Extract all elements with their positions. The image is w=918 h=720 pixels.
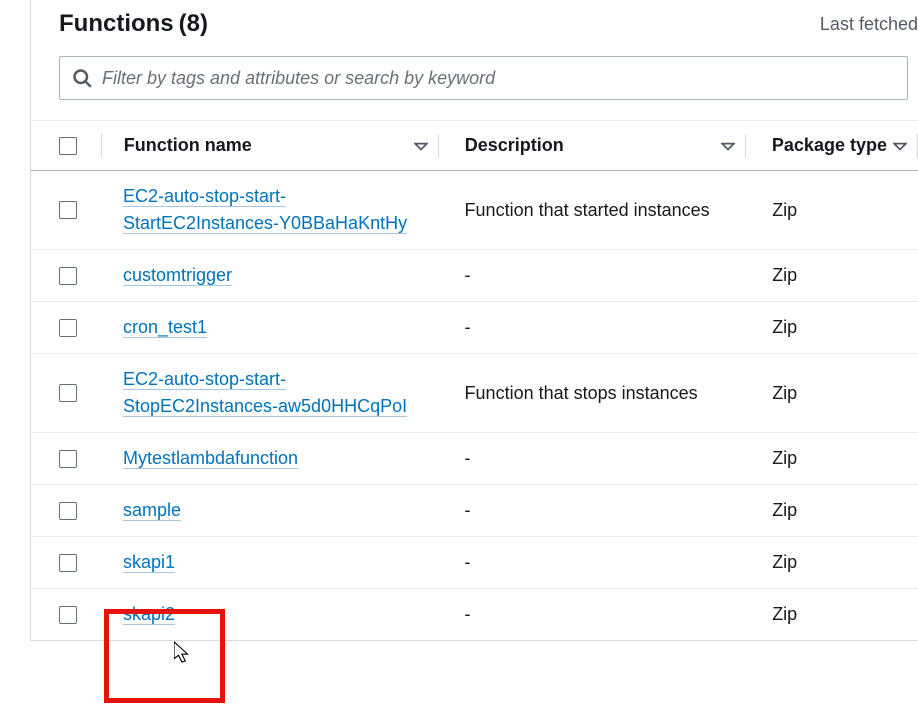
search-box[interactable]: [59, 56, 908, 100]
row-select-checkbox[interactable]: [59, 384, 77, 402]
row-description-cell: -: [439, 589, 747, 640]
row-description-text: -: [465, 601, 471, 628]
row-package-cell: Zip: [746, 371, 918, 416]
row-description-text: Function that stops instances: [465, 380, 698, 407]
function-link[interactable]: sample: [123, 497, 181, 524]
row-description-text: -: [465, 549, 471, 576]
column-header-package-label: Package type: [772, 135, 887, 156]
row-select-cell: [31, 594, 101, 636]
row-package-cell: Zip: [746, 188, 918, 233]
row-package-cell: Zip: [746, 436, 918, 481]
function-link[interactable]: Mytestlambdafunction: [123, 445, 298, 472]
table-row: cron_test1 - Zip: [31, 302, 918, 354]
row-name-cell: skapi2: [101, 589, 439, 640]
row-description-cell: -: [439, 250, 747, 301]
row-name-cell: sample: [101, 485, 439, 536]
table-row: sample - Zip: [31, 485, 918, 537]
panel-count: (8): [179, 10, 208, 37]
function-link[interactable]: EC2-auto-stop-start-StopEC2Instances-aw5…: [123, 366, 429, 420]
row-select-checkbox[interactable]: [59, 267, 77, 285]
row-package-cell: Zip: [746, 253, 918, 298]
panel-title-wrap: Functions (8): [59, 10, 208, 38]
row-description-text: -: [465, 262, 471, 289]
column-header-name-label: Function name: [124, 135, 252, 156]
row-package-text: Zip: [772, 317, 797, 338]
row-description-text: -: [465, 314, 471, 341]
row-name-cell: skapi1: [101, 537, 439, 588]
row-select-cell: [31, 189, 101, 231]
row-description-cell: -: [439, 433, 747, 484]
row-select-checkbox[interactable]: [59, 201, 77, 219]
row-name-cell: Mytestlambdafunction: [101, 433, 439, 484]
sort-icon: [414, 139, 428, 153]
column-header-package[interactable]: Package type: [746, 121, 917, 170]
row-select-checkbox[interactable]: [59, 319, 77, 337]
row-select-checkbox[interactable]: [59, 450, 77, 468]
row-package-text: Zip: [772, 604, 797, 625]
row-package-text: Zip: [772, 448, 797, 469]
table-row: EC2-auto-stop-start-StartEC2Instances-Y0…: [31, 171, 918, 250]
panel-title: Functions: [59, 10, 174, 37]
row-description-text: -: [465, 445, 471, 472]
row-select-cell: [31, 438, 101, 480]
function-link[interactable]: cron_test1: [123, 314, 207, 341]
sort-icon: [893, 139, 907, 153]
select-all-cell: [31, 121, 101, 170]
row-select-cell: [31, 307, 101, 349]
row-name-cell: cron_test1: [101, 302, 439, 353]
search-wrap: [31, 56, 918, 100]
table-row: skapi1 - Zip: [31, 537, 918, 589]
column-header-name[interactable]: Function name: [102, 121, 438, 170]
row-description-cell: -: [439, 537, 747, 588]
search-input[interactable]: [102, 68, 895, 89]
table-row: Mytestlambdafunction - Zip: [31, 433, 918, 485]
row-package-text: Zip: [772, 200, 797, 221]
row-package-cell: Zip: [746, 305, 918, 350]
row-select-cell: [31, 372, 101, 414]
function-link[interactable]: skapi2: [123, 601, 175, 628]
row-description-cell: -: [439, 485, 747, 536]
row-package-text: Zip: [772, 265, 797, 286]
row-package-text: Zip: [772, 383, 797, 404]
row-select-checkbox[interactable]: [59, 606, 77, 624]
cursor-pointer-icon: [174, 641, 192, 665]
select-all-checkbox[interactable]: [59, 137, 77, 155]
column-header-description-label: Description: [465, 135, 564, 156]
row-package-cell: Zip: [746, 592, 918, 637]
function-link[interactable]: EC2-auto-stop-start-StartEC2Instances-Y0…: [123, 183, 429, 237]
row-name-cell: customtrigger: [101, 250, 439, 301]
row-package-text: Zip: [772, 552, 797, 573]
search-icon: [72, 68, 92, 88]
row-description-text: -: [465, 497, 471, 524]
row-description-cell: -: [439, 302, 747, 353]
row-select-cell: [31, 255, 101, 297]
row-name-cell: EC2-auto-stop-start-StartEC2Instances-Y0…: [101, 171, 439, 249]
functions-panel: Functions (8) Last fetched Function name: [30, 0, 918, 641]
table-body: EC2-auto-stop-start-StartEC2Instances-Y0…: [31, 171, 918, 640]
row-package-text: Zip: [772, 500, 797, 521]
function-link[interactable]: customtrigger: [123, 262, 232, 289]
row-package-cell: Zip: [746, 488, 918, 533]
panel-header: Functions (8) Last fetched: [31, 0, 918, 56]
row-description-cell: Function that started instances: [439, 185, 747, 236]
row-select-cell: [31, 542, 101, 584]
row-select-checkbox[interactable]: [59, 554, 77, 572]
table-row: EC2-auto-stop-start-StopEC2Instances-aw5…: [31, 354, 918, 433]
table-row: skapi2 - Zip: [31, 589, 918, 640]
row-select-checkbox[interactable]: [59, 502, 77, 520]
row-description-text: Function that started instances: [465, 197, 710, 224]
function-link[interactable]: skapi1: [123, 549, 175, 576]
row-select-cell: [31, 490, 101, 532]
row-package-cell: Zip: [746, 540, 918, 585]
row-description-cell: Function that stops instances: [439, 368, 747, 419]
column-header-description[interactable]: Description: [439, 121, 745, 170]
functions-table: Function name Description Package type: [31, 120, 918, 640]
row-name-cell: EC2-auto-stop-start-StopEC2Instances-aw5…: [101, 354, 439, 432]
last-fetched-label: Last fetched: [820, 14, 918, 35]
sort-icon: [721, 139, 735, 153]
table-header: Function name Description Package type: [31, 120, 918, 171]
table-row: customtrigger - Zip: [31, 250, 918, 302]
